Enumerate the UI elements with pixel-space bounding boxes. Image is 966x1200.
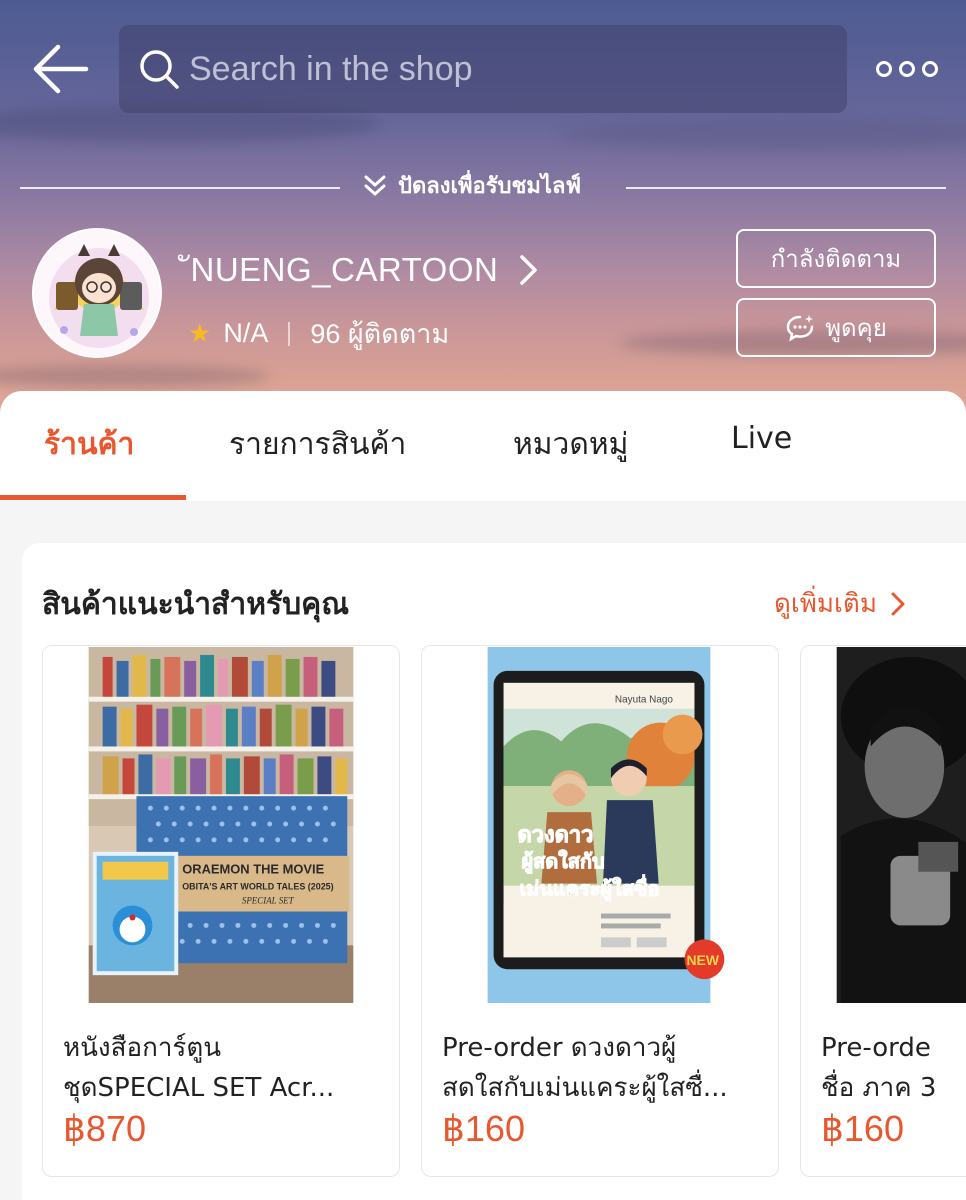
book-title-line2: ผู้สดใสกับ bbox=[521, 849, 604, 875]
divider bbox=[626, 187, 946, 189]
product-title-line: หนังสือการ์ตูน bbox=[63, 1033, 222, 1063]
box-label-line1: ORAEMON THE MOVIE bbox=[182, 862, 324, 877]
product-title-line: Pre-order ดวงดาวผู้ bbox=[442, 1033, 677, 1063]
more-icon[interactable] bbox=[876, 56, 938, 82]
star-icon: ★ bbox=[188, 318, 212, 348]
product-title-line: ชื่อ ภาค 3 bbox=[821, 1073, 937, 1103]
back-button[interactable] bbox=[30, 42, 90, 96]
avatar[interactable] bbox=[32, 228, 162, 358]
divider bbox=[288, 321, 291, 346]
chat-label: พูดคุย bbox=[825, 314, 887, 342]
product-image: Nayuta Nago ดวงดาว ผู้สดใสกับ เม่นแคระผู… bbox=[422, 646, 778, 1004]
box-label-line2: OBITA'S ART WORLD TALES (2025) bbox=[182, 882, 333, 892]
chat-button[interactable]: พูดคุย bbox=[736, 298, 936, 357]
search-input[interactable]: Search in the shop bbox=[119, 25, 847, 113]
tab-categories[interactable]: หมวดหมู่ bbox=[513, 421, 628, 468]
shop-tabs: ร้านค้า รายการสินค้า หมวดหมู่ Live bbox=[0, 391, 966, 501]
product-title: Pre-order ดวงดาวผู้ สดใสกับเม่นแคระผู้ใส… bbox=[442, 1028, 762, 1108]
product-title: หนังสือการ์ตูน ชุดSPECIAL SET Acr... bbox=[63, 1028, 383, 1108]
product-card[interactable]: ORAEMON THE MOVIE OBITA'S ART WORLD TALE… bbox=[42, 645, 400, 1177]
section-title: สินค้าแนะนำสำหรับคุณ bbox=[42, 587, 350, 622]
shop-name: ัNUENG_CARTOON bbox=[190, 251, 499, 288]
pull-to-watch-live[interactable]: ปัดลงเพื่อรับชมไลฟ์ bbox=[362, 168, 581, 203]
active-tab-indicator bbox=[0, 495, 186, 500]
product-title-line: Pre-orde bbox=[821, 1033, 931, 1063]
product-image bbox=[801, 646, 966, 1004]
avatar-image bbox=[34, 230, 160, 356]
chevron-right-icon bbox=[891, 592, 905, 615]
following-label: กำลังติดตาม bbox=[770, 245, 902, 273]
product-price: ฿160 bbox=[821, 1108, 904, 1149]
tab-shop[interactable]: ร้านค้า bbox=[44, 421, 134, 468]
cloud-decoration bbox=[0, 365, 270, 387]
following-button[interactable]: กำลังติดตาม bbox=[736, 229, 936, 288]
live-hint-text: ปัดลงเพื่อรับชมไลฟ์ bbox=[398, 174, 582, 199]
search-placeholder: Search in the shop bbox=[189, 49, 473, 88]
shop-rating: N/A bbox=[223, 318, 269, 348]
cloud-decoration bbox=[560, 120, 966, 150]
book-title-line3: เม่นแคระผู้ใสซื่อ bbox=[519, 874, 659, 903]
tab-products[interactable]: รายการสินค้า bbox=[229, 421, 406, 468]
back-arrow-icon bbox=[33, 44, 89, 94]
shop-name-link[interactable]: ัNUENG_CARTOON bbox=[190, 243, 544, 296]
product-price: ฿160 bbox=[442, 1108, 525, 1149]
chevron-right-icon bbox=[520, 254, 538, 285]
search-icon bbox=[140, 50, 179, 89]
product-image: ORAEMON THE MOVIE OBITA'S ART WORLD TALE… bbox=[43, 646, 399, 1004]
new-badge: NEW bbox=[687, 952, 720, 968]
divider bbox=[20, 187, 340, 189]
see-more-link[interactable]: ดูเพิ่มเติม bbox=[774, 583, 907, 624]
book-author: Nayuta Nago bbox=[615, 695, 673, 706]
book-title-line1: ดวงดาว bbox=[517, 823, 593, 848]
product-title: Pre-orde ชื่อ ภาค 3 bbox=[821, 1028, 966, 1108]
chat-bubble-icon bbox=[786, 314, 814, 342]
product-price: ฿870 bbox=[63, 1108, 146, 1149]
shop-stats: ★ N/A 96 ผู้ติดตาม bbox=[188, 312, 449, 355]
shop-header: Search in the shop ปัดลงเพื่อรับชมไลฟ์ ั… bbox=[0, 0, 966, 420]
see-more-label: ดูเพิ่มเติม bbox=[774, 589, 877, 619]
live-hint: ปัดลงเพื่อรับชมไลฟ์ bbox=[0, 168, 966, 208]
recommended-section: สินค้าแนะนำสำหรับคุณ ดูเพิ่มเติม ORAEMON… bbox=[22, 543, 966, 1200]
product-title-line: ชุดSPECIAL SET Acr... bbox=[63, 1073, 335, 1103]
tab-live[interactable]: Live bbox=[731, 421, 792, 456]
product-title-line: สดใสกับเม่นแคระผู้ใสซื่... bbox=[442, 1073, 728, 1103]
double-chevron-down-icon bbox=[364, 175, 386, 195]
box-label-line3: SPECIAL SET bbox=[242, 896, 295, 906]
product-card[interactable]: Nayuta Nago ดวงดาว ผู้สดใสกับ เม่นแคระผู… bbox=[421, 645, 779, 1177]
product-card[interactable]: Pre-orde ชื่อ ภาค 3 ฿160 bbox=[800, 645, 966, 1177]
follower-count: 96 ผู้ติดตาม bbox=[310, 319, 450, 349]
